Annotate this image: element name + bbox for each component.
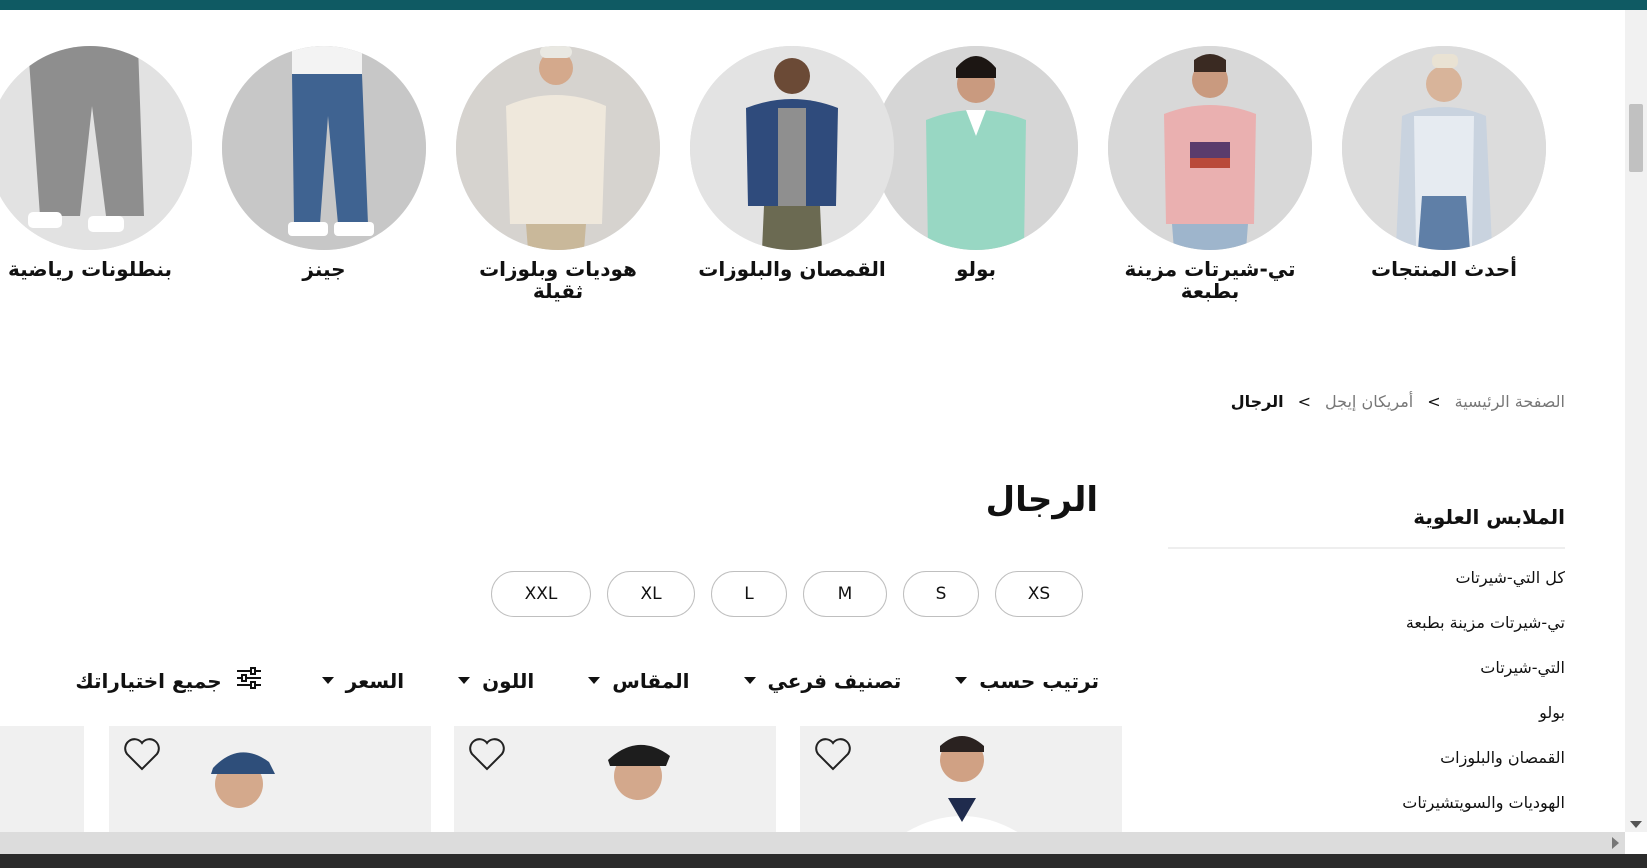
size-chip-xs[interactable]: XS bbox=[995, 571, 1083, 617]
product-card[interactable] bbox=[0, 726, 84, 832]
size-chip-xxl[interactable]: XXL bbox=[491, 571, 591, 617]
category-image bbox=[874, 46, 1078, 250]
size-dropdown[interactable]: المقاس bbox=[588, 668, 690, 693]
horizontal-scrollbar[interactable] bbox=[0, 832, 1625, 854]
size-filter-chips: XS S M L XL XXL bbox=[491, 571, 1083, 617]
size-label: المقاس bbox=[612, 668, 690, 693]
filter-bar: ترتيب حسب تصنيف فرعي المقاس اللون السعر … bbox=[75, 667, 1099, 694]
size-chip-s[interactable]: S bbox=[903, 571, 979, 617]
category-image bbox=[690, 46, 894, 250]
breadcrumb-separator: > bbox=[1427, 392, 1441, 411]
product-card[interactable] bbox=[454, 726, 776, 832]
sidebar-item-tees[interactable]: التي-شيرتات bbox=[1168, 645, 1565, 690]
caret-down-icon bbox=[955, 677, 968, 684]
color-dropdown[interactable]: اللون bbox=[458, 669, 534, 693]
scroll-down-arrow-icon[interactable] bbox=[1630, 821, 1642, 828]
category-graphic-tees[interactable]: تي-شيرتات مزينة بطبعة bbox=[1108, 46, 1312, 302]
category-hoodies[interactable]: هوديات وبلوزات ثقيلة bbox=[456, 46, 660, 302]
sliders-icon bbox=[236, 667, 262, 694]
category-label: هوديات وبلوزات ثقيلة bbox=[479, 257, 637, 303]
all-filters-label: جميع اختياراتك bbox=[75, 668, 222, 693]
category-image bbox=[456, 46, 660, 250]
category-image bbox=[0, 46, 192, 250]
breadcrumb-home-link[interactable]: الصفحة الرئيسية bbox=[1455, 392, 1565, 411]
page-viewport: أحدث المنتجات تي-شيرتات مزينة بطبعة بولو… bbox=[0, 10, 1625, 832]
vertical-scrollbar[interactable] bbox=[1625, 10, 1647, 832]
scrollbar-thumb[interactable] bbox=[1629, 104, 1643, 172]
heart-icon[interactable] bbox=[814, 738, 852, 776]
caret-down-icon bbox=[743, 677, 756, 684]
price-dropdown[interactable]: السعر bbox=[321, 668, 405, 693]
category-label: تي-شيرتات مزينة بطبعة bbox=[1124, 257, 1296, 303]
subcategory-label: تصنيف فرعي bbox=[767, 668, 902, 693]
category-sidebar: الملابس العلوية كل التي-شيرتات تي-شيرتات… bbox=[1168, 505, 1565, 825]
caret-down-icon bbox=[458, 677, 471, 684]
sidebar-title: الملابس العلوية bbox=[1168, 505, 1565, 549]
category-label: أحدث المنتجات bbox=[1370, 257, 1517, 281]
sidebar-item-shirts[interactable]: القمصان والبلوزات bbox=[1168, 735, 1565, 780]
breadcrumb-current: الرجال bbox=[1230, 392, 1284, 411]
sidebar-item-hoodies[interactable]: الهوديات والسويتشيرتات bbox=[1168, 780, 1565, 825]
category-label: جينز bbox=[302, 257, 346, 281]
sidebar-item-graphic-tees[interactable]: تي-شيرتات مزينة بطبعة bbox=[1168, 600, 1565, 645]
breadcrumb-brand-link[interactable]: أمريكان إيجل bbox=[1325, 392, 1413, 411]
category-image bbox=[222, 46, 426, 250]
category-shirts[interactable]: القمصان والبلوزات bbox=[690, 46, 894, 280]
all-filters-button[interactable]: جميع اختياراتك bbox=[75, 667, 261, 694]
size-chip-xl[interactable]: XL bbox=[607, 571, 695, 617]
top-accent-bar bbox=[0, 0, 1647, 10]
os-taskbar bbox=[0, 854, 1647, 868]
breadcrumb: الصفحة الرئيسية > أمريكان إيجل > الرجال bbox=[1231, 392, 1565, 411]
size-chip-l[interactable]: L bbox=[711, 571, 787, 617]
heart-icon[interactable] bbox=[123, 738, 161, 776]
color-label: اللون bbox=[482, 668, 535, 693]
breadcrumb-separator: > bbox=[1297, 392, 1312, 411]
category-jeans[interactable]: جينز bbox=[222, 46, 426, 280]
category-polo[interactable]: بولو bbox=[874, 46, 1078, 280]
category-label: بنطلونات رياضية bbox=[7, 257, 173, 281]
sidebar-item-all-tees[interactable]: كل التي-شيرتات bbox=[1168, 555, 1565, 600]
category-image bbox=[1108, 46, 1312, 250]
category-label: بولو bbox=[955, 257, 997, 281]
page-title: الرجال bbox=[985, 480, 1098, 520]
sort-label: ترتيب حسب bbox=[979, 668, 1099, 693]
category-label: القمصان والبلوزات bbox=[698, 257, 886, 281]
size-chip-m[interactable]: M bbox=[803, 571, 887, 617]
sort-dropdown[interactable]: ترتيب حسب bbox=[955, 669, 1099, 693]
heart-icon[interactable] bbox=[468, 738, 506, 776]
category-image bbox=[1342, 46, 1546, 250]
scroll-right-arrow-icon[interactable] bbox=[1612, 837, 1619, 849]
product-card[interactable] bbox=[800, 726, 1122, 832]
category-newest[interactable]: أحدث المنتجات bbox=[1342, 46, 1546, 280]
caret-down-icon bbox=[321, 677, 334, 684]
price-label: السعر bbox=[345, 668, 405, 693]
sidebar-item-polo[interactable]: بولو bbox=[1168, 690, 1565, 735]
category-joggers[interactable]: بنطلونات رياضية bbox=[0, 46, 192, 280]
caret-down-icon bbox=[588, 677, 601, 684]
subcategory-dropdown[interactable]: تصنيف فرعي bbox=[743, 668, 902, 693]
product-card[interactable] bbox=[109, 726, 431, 832]
